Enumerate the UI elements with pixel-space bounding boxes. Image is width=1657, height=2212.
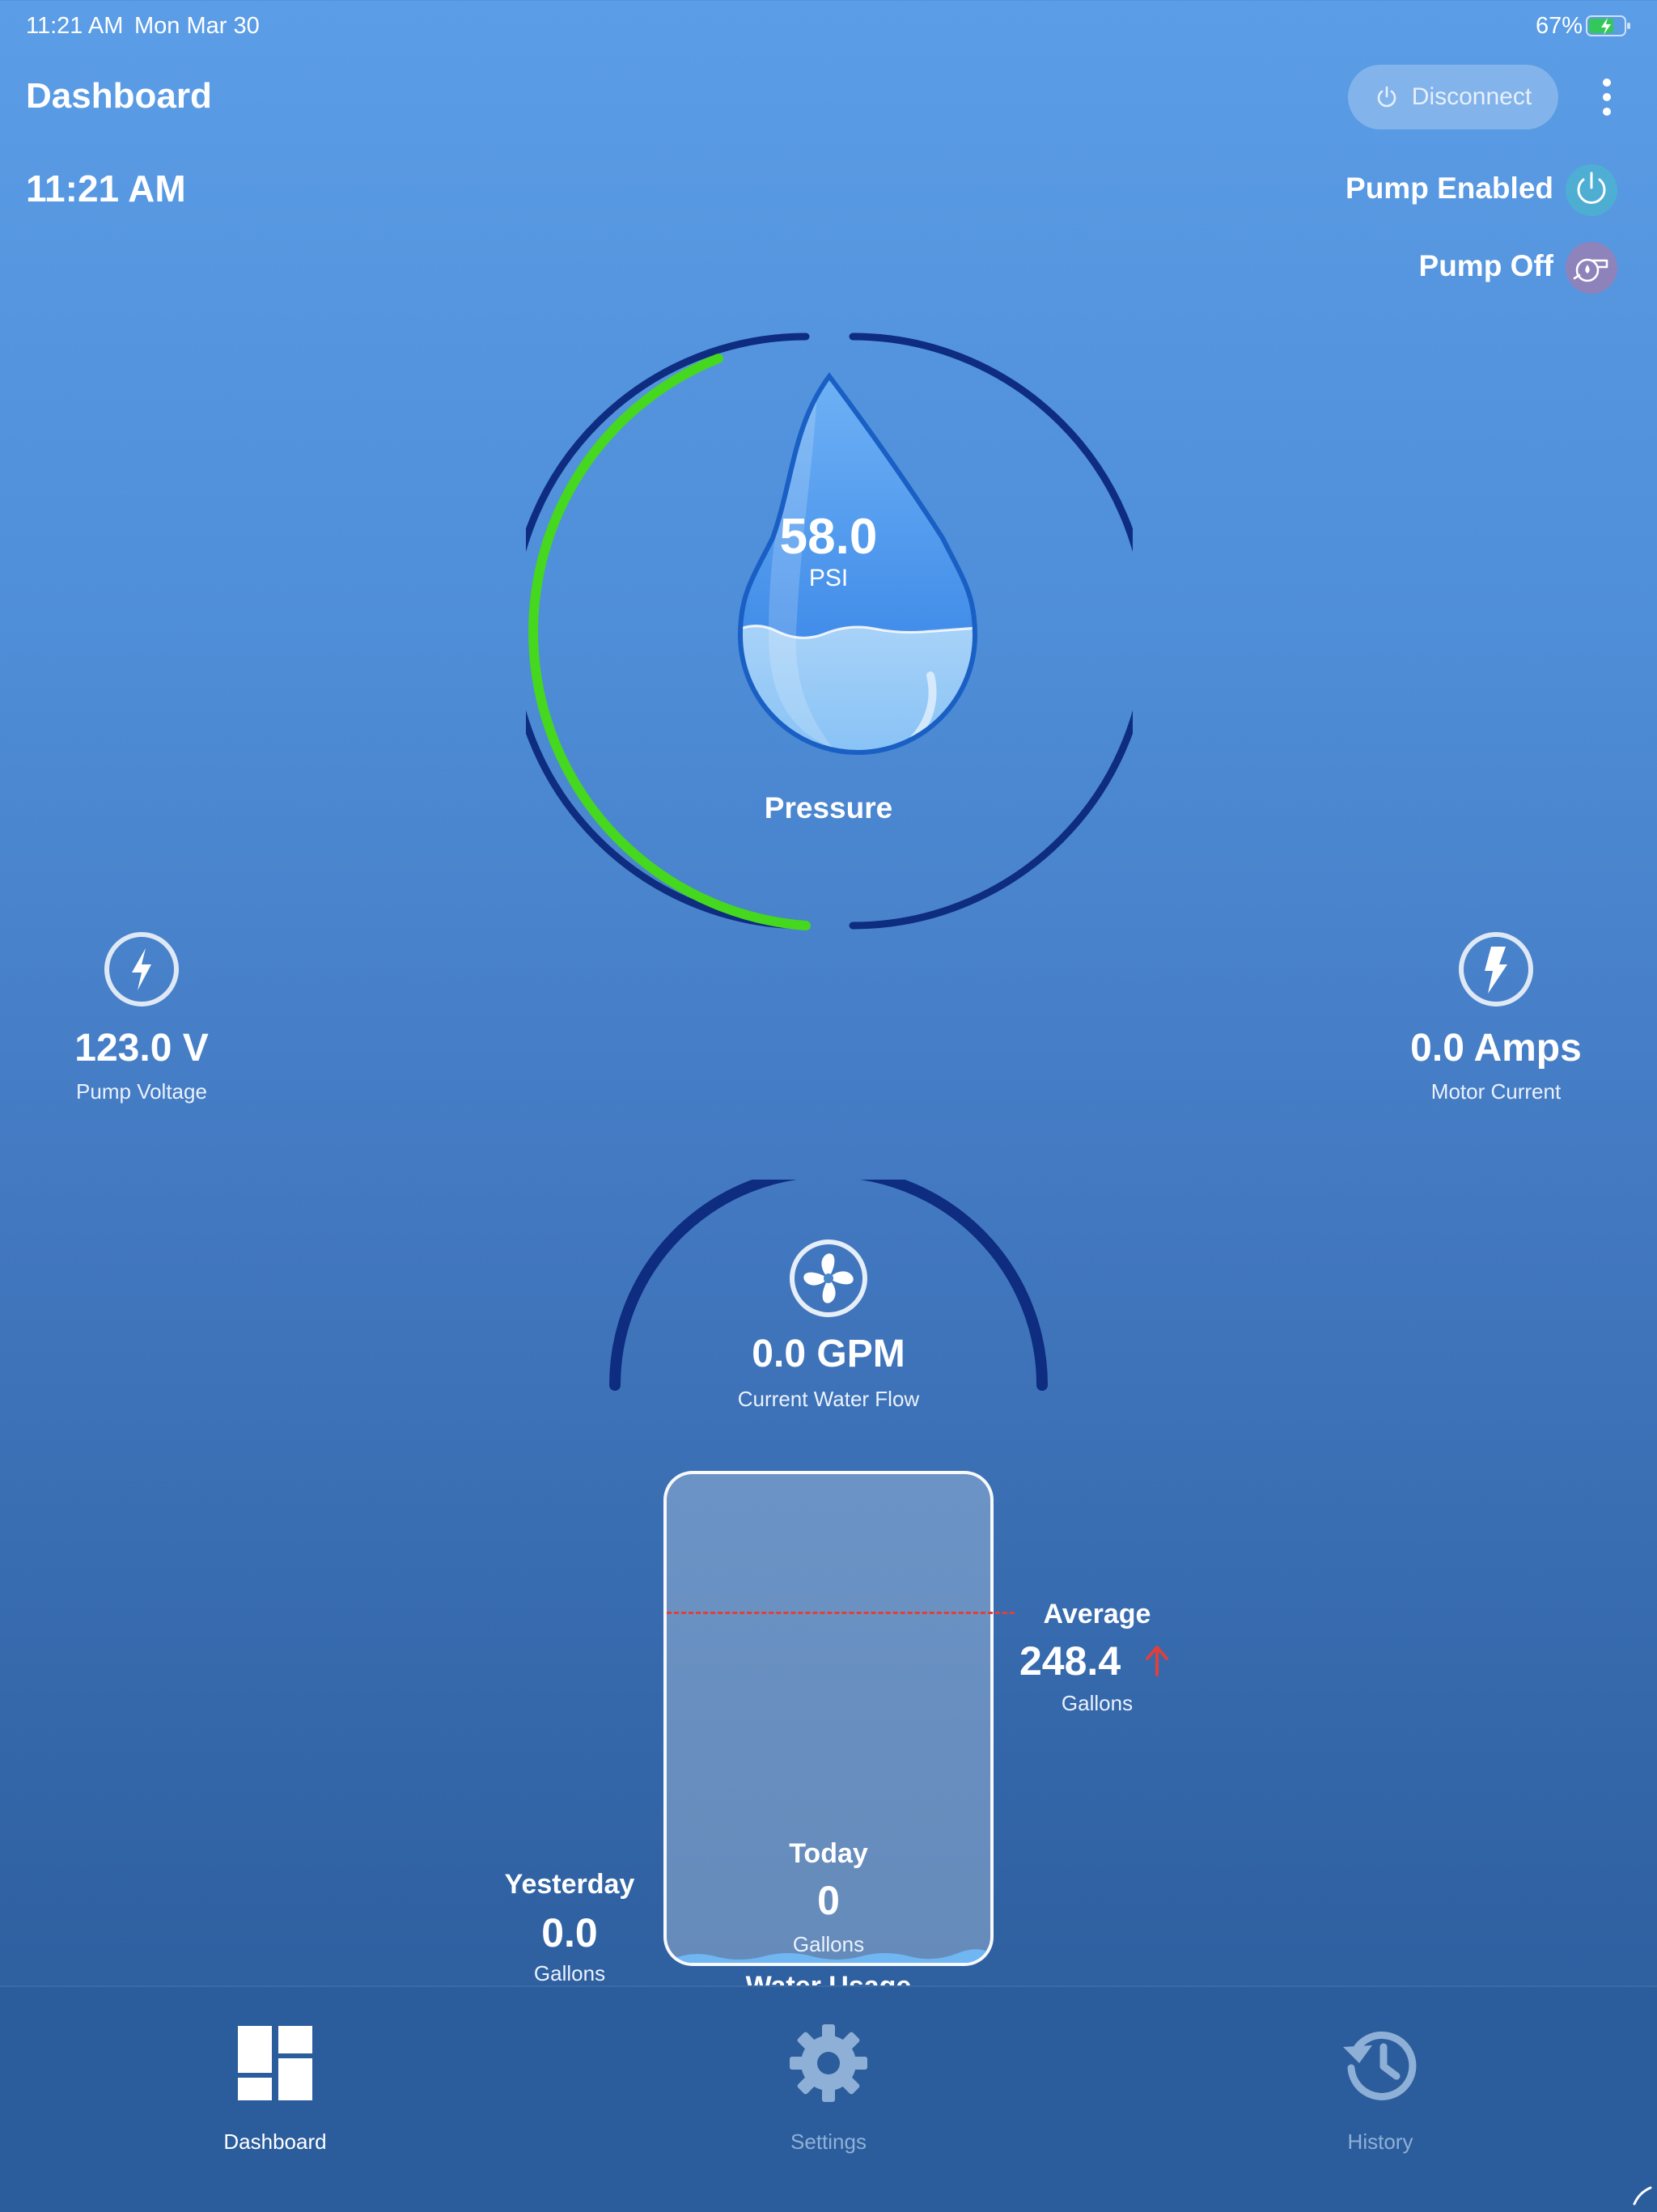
motor-current-label: Motor Current [1430, 1079, 1562, 1104]
status-date: Mon Mar 30 [134, 13, 260, 39]
pump-power-icon[interactable] [1563, 162, 1620, 218]
tab-history[interactable]: History [1218, 1987, 1542, 2212]
flow-label: Current Water Flow [737, 1387, 920, 1411]
clock: 11:21 AM [26, 167, 186, 210]
disconnect-button[interactable]: Disconnect [1348, 65, 1558, 129]
tab-dashboard-label: Dashboard [223, 2129, 327, 2154]
average-title: Average [1043, 1599, 1151, 1629]
pump-voltage-value: 123.0 V [74, 1027, 209, 1070]
more-vertical-icon[interactable] [1591, 74, 1623, 120]
pressure-gauge [526, 333, 1133, 930]
dashboard-icon [238, 2026, 312, 2100]
today-value: 0 [817, 1878, 840, 1923]
disconnect-label: Disconnect [1411, 83, 1532, 110]
current-bolt-icon [1459, 932, 1533, 1006]
average-unit: Gallons [1061, 1691, 1134, 1715]
power-icon [1377, 86, 1396, 108]
tab-bar: Dashboard Settings History [0, 1985, 1657, 2212]
fan-icon [790, 1239, 867, 1317]
page-title: Dashboard [26, 76, 212, 116]
tab-history-label: History [1347, 2129, 1413, 2154]
battery-charging-icon [1586, 15, 1630, 36]
pressure-value: 58.0 [779, 509, 878, 565]
tab-dashboard[interactable]: Dashboard [113, 1987, 437, 2212]
pump-enabled-label: Pump Enabled [1346, 172, 1553, 205]
lightning-icon [104, 932, 179, 1006]
tab-settings-label: Settings [790, 2129, 867, 2154]
resize-handle-icon [1633, 2186, 1652, 2206]
pump-off-label: Pump Off [1418, 249, 1553, 282]
status-time: 11:21 AM [26, 13, 124, 39]
gear-icon [790, 2024, 867, 2102]
pressure-label: Pressure [764, 791, 893, 824]
yesterday-unit: Gallons [533, 1961, 606, 1985]
flow-value: 0.0 GPM [752, 1333, 905, 1375]
pump-icon[interactable] [1563, 239, 1620, 296]
average-value: 248.4 [1019, 1638, 1121, 1684]
battery-percentage: 67% [1535, 13, 1583, 39]
history-icon [1343, 2031, 1417, 2100]
tab-settings[interactable]: Settings [667, 1987, 990, 2212]
today-unit: Gallons [792, 1932, 865, 1956]
arrow-up-icon [1146, 1646, 1168, 1676]
pressure-unit: PSI [808, 565, 849, 591]
pump-voltage-label: Pump Voltage [76, 1079, 207, 1104]
yesterday-title: Yesterday [504, 1869, 635, 1900]
motor-current-value: 0.0 Amps [1410, 1027, 1582, 1070]
average-line [667, 1612, 1015, 1614]
yesterday-value: 0.0 [541, 1910, 598, 1956]
today-title: Today [789, 1838, 868, 1869]
